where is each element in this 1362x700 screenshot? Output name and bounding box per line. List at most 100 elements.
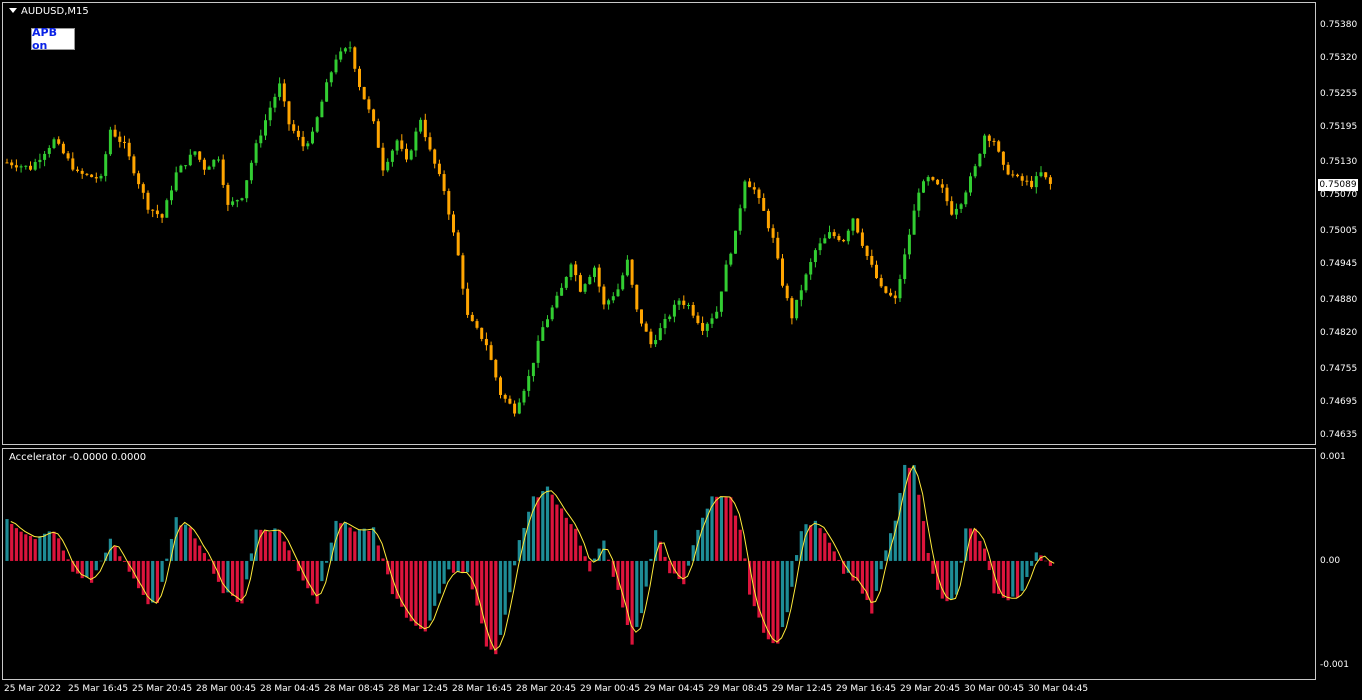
price-chart-pane[interactable]: AUDUSD,M15 APB on [2,2,1316,445]
accelerator-bar [644,560,648,587]
candle [649,328,653,348]
time-axis-label: 29 Mar 08:45 [708,684,769,694]
accelerator-bar [954,560,958,595]
candle [860,228,864,249]
accelerator-bar [409,560,413,622]
accelerator-bar [47,531,51,561]
candle [254,139,258,166]
accelerator-bar [733,515,738,561]
candle [893,290,897,304]
time-axis-label: 28 Mar 16:45 [452,684,513,694]
candle [52,137,56,150]
candle [931,176,935,182]
candle [987,134,991,148]
candle [193,151,197,157]
accelerator-bar [414,560,418,626]
accelerator-bar [898,492,902,561]
candle [245,180,249,203]
candle [889,288,893,297]
accelerator-bar [564,517,568,561]
accelerator-bar [931,560,935,574]
accelerator-bar [198,545,202,561]
accelerator-bar [550,494,554,561]
candle [428,132,432,152]
candle [104,151,108,182]
time-axis-label: 29 Mar 12:45 [772,684,833,694]
candle [752,182,756,195]
accelerator-bar [738,529,742,561]
candle [593,265,596,283]
time-axis-label: 29 Mar 00:45 [580,684,641,694]
accelerator-bar [973,528,977,561]
candle [1025,175,1029,186]
candle [926,175,930,186]
accelerator-bar [357,529,362,561]
candle [76,166,79,173]
candle [738,204,742,235]
accelerator-bar [5,519,9,561]
candle [499,375,502,399]
accelerator-bar [367,530,371,561]
candle [945,184,949,206]
accelerator-bar [278,529,282,561]
accelerator-bar [325,560,329,563]
accelerator-bar [588,560,592,572]
candle [198,151,202,163]
candle [607,298,611,310]
candle [94,172,98,183]
candle [405,143,408,163]
candle [560,283,564,296]
accelerator-bar [724,497,728,561]
accelerator-bar [715,496,719,561]
accelerator-bar [701,517,705,561]
accelerator-bar [621,560,625,608]
candle [447,188,451,220]
accelerator-bar [1020,560,1024,591]
accelerator-bar [607,559,611,561]
candle [907,228,911,260]
accelerator-bar [10,523,14,561]
accelerator-bar [743,558,747,561]
accelerator-bar [983,548,987,561]
time-axis-label: 30 Mar 00:45 [964,684,1025,694]
candle [24,165,28,170]
accelerator-bar [508,560,512,593]
candle [362,86,366,100]
price-axis-label: 0.75070 [1320,190,1358,201]
accelerator-bar [19,531,23,561]
candle [762,193,766,211]
accelerator-bar [226,560,230,593]
accelerator-bar [494,560,498,655]
price-axis-label: 0.74880 [1320,295,1358,306]
accelerator-bar [268,532,272,561]
candle [90,174,94,178]
price-axis-label: 0.75130 [1320,157,1358,168]
price-axis-label: 0.74695 [1320,396,1358,407]
accelerator-bar [1015,560,1020,598]
accelerator-bar [466,560,470,573]
candle [334,54,338,75]
time-axis-label: 28 Mar 12:45 [388,684,449,694]
candle [640,309,643,327]
accelerator-bar [959,560,963,563]
accelerator-bar [766,560,770,640]
candle [207,165,211,170]
accelerator-bar [555,504,559,561]
accelerator-pane[interactable]: Accelerator -0.0000 0.0000 [2,448,1316,680]
accelerator-bar [263,530,268,561]
accelerator-bar [785,560,789,613]
candle [781,253,784,288]
candle [1020,173,1024,187]
price-axis-label: 0.75380 [1320,19,1358,30]
candle [268,101,272,127]
candle [625,255,629,277]
candle [118,131,122,148]
accelerator-bar [160,560,164,582]
candle [494,358,498,381]
candle [865,245,869,260]
accelerator-bar [179,525,183,561]
accelerator-bar [155,560,159,603]
candle [273,93,277,113]
candle [386,158,390,173]
price-axis-label: 0.74755 [1320,363,1358,374]
